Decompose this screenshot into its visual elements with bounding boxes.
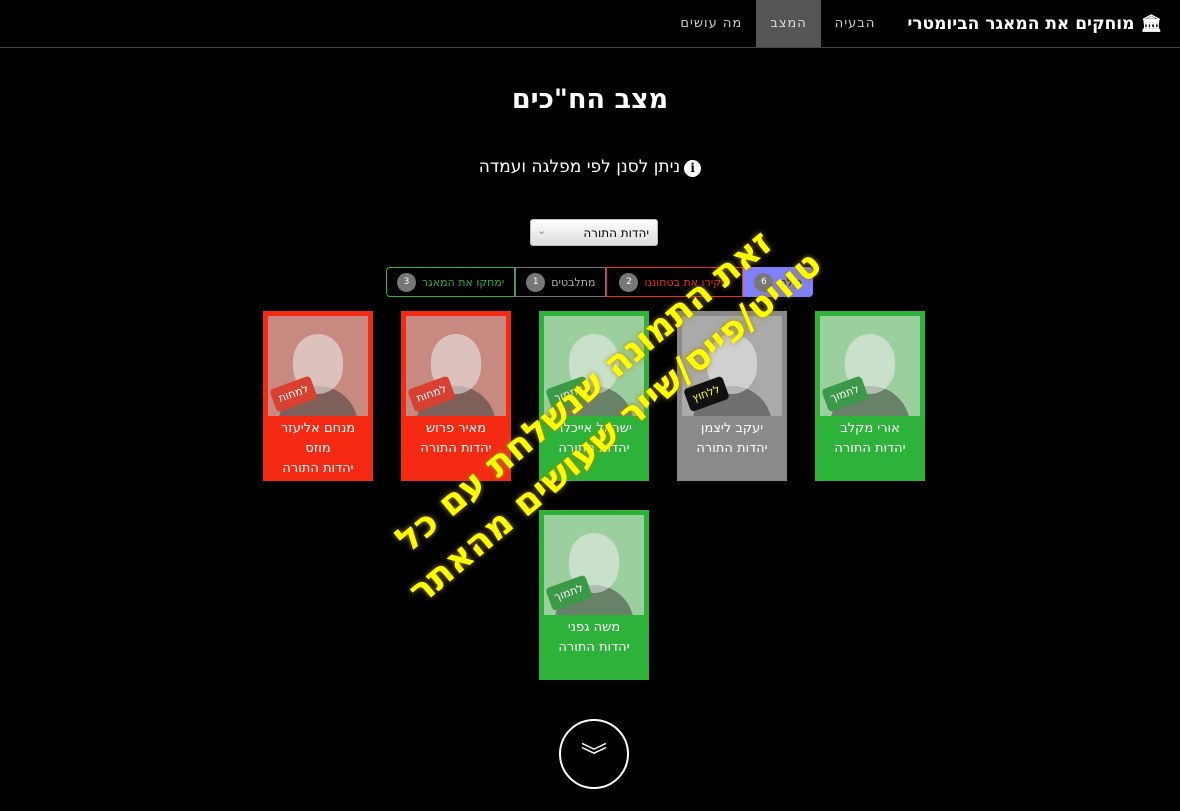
chevron-down-icon: ⌄ [537,224,547,237]
bank-icon: 🏛 [1140,13,1162,34]
tab-all[interactable]: כולם 6 [743,267,813,297]
mk-party: יהדות התורה [420,441,492,456]
hint-text: ניתן לסנן לפי מפלגה ועמדה [478,157,681,177]
mk-photo: למחות [268,316,368,416]
tab-label: יפקירו את בטחוננו [644,275,731,289]
tab-support[interactable]: ימחקו את המאגר 3 [386,267,516,297]
party-select-value: יהדות התורה [583,226,649,240]
tab-label: מתלבטים [551,275,596,289]
mk-name: משה גפני [567,620,621,635]
status-tabs: כולם 6 יפקירו את בטחוננו 2 מתלבטים 1 ימחקו … [386,267,813,297]
tab-label: ימחקו את המאגר [422,275,505,289]
tab-count: 2 [619,272,639,292]
double-chevron-down-icon: ︾ [580,741,607,772]
mk-photo: ללחוץ [682,316,782,416]
mk-photo: למחות [406,316,506,416]
mk-name: מאיר פרוש [425,421,487,436]
mk-name: יעקב ליצמן [700,421,764,436]
nav-problem[interactable]: הבעיה [821,0,890,47]
mk-party: יהדות התורה [834,441,906,456]
info-icon: i [684,160,702,177]
mk-name: מנחם אליעזר מוזס [280,421,356,456]
tab-count: 3 [397,272,416,292]
mk-photo: לתמוך [544,515,644,615]
mk-party: יהדות התורה [282,461,354,476]
brand-title: מוחקים את המאגר הביומטרי [907,13,1135,34]
nav-what-to-do[interactable]: מה עושים [666,0,756,47]
mk-card[interactable]: למחות מנחם אליעזר מוזס יהדות התורה [263,311,373,481]
scroll-down-button[interactable]: ︾ [559,719,629,789]
tab-count: 6 [754,272,774,292]
tab-count: 1 [526,272,546,292]
mk-name: אורי מקלב [840,421,900,436]
tab-undecided[interactable]: מתלבטים 1 [515,267,607,297]
page-title: מצב הח"כים [511,84,669,115]
filter-hint: iניתן לסנן לפי מפלגה ועמדה [0,157,1180,177]
mk-party: יהדות התורה [558,441,630,456]
mk-card[interactable]: לתמוך אורי מקלב יהדות התורה [815,311,925,481]
tab-label: כולם [779,275,802,289]
tab-oppose[interactable]: יפקירו את בטחוננו 2 [606,267,744,297]
nav-status[interactable]: המצב [756,0,821,47]
mk-photo: לתמוך [820,316,920,416]
mk-photo: לתמוך [544,316,644,416]
top-nav: 🏛 מוחקים את המאגר הביומטרי הבעיה המצב מה … [0,0,1180,48]
mk-party: יהדות התורה [696,441,768,456]
mk-card[interactable]: למחות מאיר פרוש יהדות התורה [401,311,511,481]
mk-name: ישראל אייכלר [556,421,632,436]
mk-party: יהדות התורה [558,640,630,655]
mk-card[interactable]: לתמוך משה גפני יהדות התורה [539,510,649,680]
brand[interactable]: 🏛 מוחקים את המאגר הביומטרי [907,0,1162,47]
mk-card[interactable]: ללחוץ יעקב ליצמן יהדות התורה [677,311,787,481]
party-select[interactable]: יהדות התורה ⌄ [530,219,658,246]
mk-card[interactable]: לתמוך ישראל אייכלר יהדות התורה [539,311,649,481]
